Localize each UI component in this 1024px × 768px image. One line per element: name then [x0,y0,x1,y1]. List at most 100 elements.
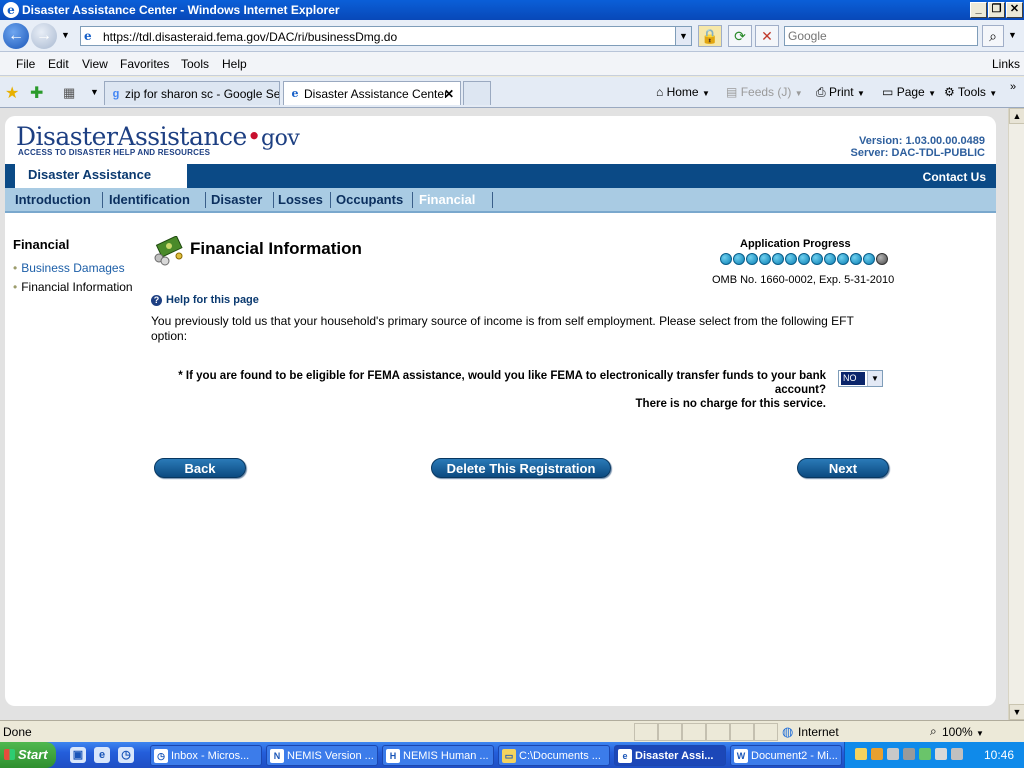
home-button[interactable]: ⌂ Home ▼ [656,85,710,99]
print-button[interactable]: ⎙ Print ▼ [816,85,865,100]
status-pane [634,723,658,741]
address-dropdown-icon[interactable]: ▼ [675,27,691,45]
scroll-up-icon[interactable]: ▲ [1009,108,1024,124]
page-title: Financial Information [190,239,362,258]
tab-label: Disaster Assistance Center [304,87,449,101]
google-icon: g [112,88,120,100]
refresh-icon[interactable]: ⟳ [728,25,752,47]
sidebar-current: Financial Information [21,280,133,294]
lock-icon[interactable]: 🔒 [698,25,722,47]
network-tray-icon[interactable] [903,748,915,760]
quick-tabs-icon[interactable]: ▦ [63,85,75,101]
search-icon[interactable]: ⌕ [982,25,1004,47]
tools-dropdown-icon[interactable]: ▼ [989,89,997,98]
scroll-down-icon[interactable]: ▼ [1009,704,1024,720]
task-documents[interactable]: ▭ C:\Documents ... [498,745,610,766]
window-title-bar[interactable]: e Disaster Assistance Center - Windows I… [0,0,1024,20]
menu-file[interactable]: File [16,57,35,71]
version-info: Version: 1.03.00.00.0489 Server: DAC-TDL… [851,135,985,159]
add-favorites-icon[interactable]: ✚ [30,83,43,103]
nvidia-tray-icon[interactable] [919,748,931,760]
progress-step-complete [824,253,836,265]
links-toolbar[interactable]: Links [992,57,1020,71]
sidebar-link[interactable]: Business Damages [21,261,124,275]
outlook-tray-icon[interactable] [871,748,883,760]
task-document2[interactable]: W Document2 - Mi... [730,745,842,766]
nav-financial[interactable]: Financial [419,192,475,207]
connection-tray-icon[interactable] [935,748,947,760]
zoom-level[interactable]: 100% ▼ [942,725,984,739]
security-tray-icon[interactable] [887,748,899,760]
status-bar: Done ◍ Internet ⌕ 100% ▼ [0,720,1024,742]
task-disaster-assistance[interactable]: e Disaster Assi... [614,745,726,766]
task-inbox[interactable]: ◷ Inbox - Micros... [150,745,262,766]
menu-edit[interactable]: Edit [48,57,69,71]
nav-identification[interactable]: Identification [109,192,190,207]
menu-tools[interactable]: Tools [181,57,209,71]
quicklaunch-ie-icon[interactable]: e [94,747,110,763]
menu-view[interactable]: View [82,57,108,71]
status-pane [730,723,754,741]
task-nemis-human[interactable]: H NEMIS Human ... [382,745,494,766]
zoom-dropdown-icon[interactable]: ▼ [976,729,984,738]
quicklaunch-outlook-icon[interactable]: ◷ [118,747,134,763]
omb-number: OMB No. 1660-0002, Exp. 5-31-2010 [712,274,895,286]
sidebar-item-financial-information[interactable]: • Financial Information [13,280,133,294]
eft-select[interactable]: NO ▼ [838,370,883,387]
tab-disaster-assistance[interactable]: e Disaster Assistance Center ✕ [283,81,461,105]
delete-registration-button[interactable]: Delete This Registration [431,458,611,478]
close-tab-icon[interactable]: ✕ [444,87,454,101]
recent-pages-dropdown-icon[interactable]: ▼ [61,30,70,40]
version-text: Version: 1.03.00.00.0489 [859,135,985,147]
start-button[interactable]: Start [0,742,56,768]
back-button[interactable]: Back [154,458,246,478]
feeds-icon: ▤ [726,85,738,99]
address-url: https://tdl.disasteraid.fema.gov/DAC/ri/… [103,30,398,44]
sidebar-item-business-damages[interactable]: • Business Damages [13,261,125,275]
page-dropdown-icon[interactable]: ▼ [928,89,936,98]
toolbar-overflow-icon[interactable]: » [1010,81,1016,93]
progress-step-complete [733,253,745,265]
home-dropdown-icon[interactable]: ▼ [702,89,710,98]
tools-button[interactable]: ⚙ Tools ▼ [944,85,997,99]
favorites-star-icon[interactable]: ★ [5,83,19,103]
bullet-icon: • [13,280,18,294]
tab-list-dropdown-icon[interactable]: ▼ [90,87,99,97]
search-input[interactable] [784,26,978,46]
nemis-icon: N [270,749,284,763]
minimize-button[interactable]: _ [970,2,987,18]
tab-row: ★ ✚ ▦ ▼ g zip for sharon sc - Google Se.… [0,77,1024,108]
search-options-icon[interactable]: ▼ [1008,30,1017,40]
page-icon: e [84,29,92,43]
site-logo[interactable]: DisasterAssistance•gov [16,122,300,151]
chevron-down-icon[interactable]: ▼ [867,371,882,386]
print-dropdown-icon[interactable]: ▼ [857,89,865,98]
maximize-button[interactable]: ❐ [988,2,1005,18]
address-field[interactable]: e https://tdl.disasteraid.fema.gov/DAC/r… [80,26,692,46]
nav-introduction[interactable]: Introduction [15,192,91,207]
mail-tray-icon[interactable] [855,748,867,760]
nav-occupants[interactable]: Occupants [336,192,403,207]
quicklaunch-desktop-icon[interactable]: ▣ [70,747,86,763]
vertical-scrollbar[interactable]: ▲ ▼ [1008,108,1024,720]
volume-tray-icon[interactable] [951,748,963,760]
folder-icon: ▭ [502,749,516,763]
close-window-button[interactable]: ✕ [1006,2,1023,18]
back-nav-button[interactable]: ← [3,23,29,49]
feeds-dropdown-icon[interactable]: ▼ [795,89,803,98]
nav-disaster[interactable]: Disaster [211,192,262,207]
new-tab-button[interactable] [463,81,491,105]
clock: 10:46 [983,748,1014,762]
tab-google[interactable]: g zip for sharon sc - Google Se... [104,81,280,105]
page-button[interactable]: ▭ Page ▼ [882,85,936,99]
feeds-button[interactable]: ▤ Feeds (J) ▼ [726,85,803,99]
contact-us-link[interactable]: Contact Us [923,170,986,184]
help-link[interactable]: ? Help for this page [151,294,259,306]
next-button[interactable]: Next [797,458,889,478]
task-nemis-version[interactable]: N NEMIS Version ... [266,745,378,766]
menu-favorites[interactable]: Favorites [120,57,169,71]
forward-nav-button[interactable]: → [31,23,57,49]
nav-losses[interactable]: Losses [278,192,323,207]
stop-icon[interactable]: ✕ [755,25,779,47]
menu-help[interactable]: Help [222,57,247,71]
